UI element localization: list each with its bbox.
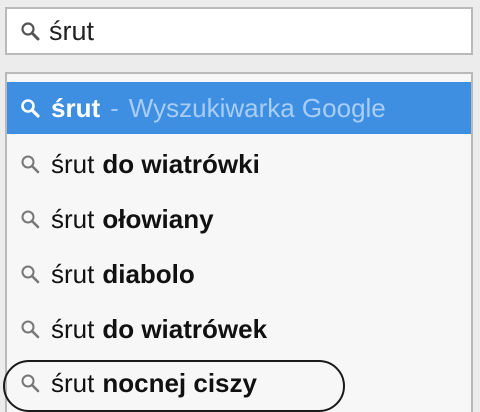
- search-icon: [19, 208, 41, 230]
- suggestion-dropdown: śrut - Wyszukiwarka Google śrut do wiatr…: [5, 72, 473, 412]
- suggestion-item[interactable]: śrut do wiatrówek: [7, 301, 471, 357]
- suggestion-item[interactable]: śrut nocnej ciszy: [7, 355, 471, 411]
- suggestion-item[interactable]: śrut diabolo: [7, 246, 471, 302]
- suggestion-query: śrut: [51, 313, 95, 344]
- search-icon: [19, 97, 41, 119]
- suggestion-query: śrut: [51, 367, 95, 398]
- suggestion-completion: do wiatrówek: [102, 313, 268, 344]
- suggestion-item[interactable]: śrut do wiatrówki: [7, 136, 471, 192]
- suggestion-completion: diabolo: [102, 258, 195, 289]
- search-engine-label: Wyszukiwarka Google: [128, 92, 386, 123]
- search-icon: [19, 20, 41, 42]
- suggestion-completion: do wiatrówki: [102, 148, 260, 179]
- suggestion-item[interactable]: śrut ołowiany: [7, 191, 471, 247]
- suggestion-completion: nocnej ciszy: [102, 367, 257, 398]
- suggestion-separator: -: [110, 92, 119, 123]
- suggestion-query: śrut: [51, 148, 95, 179]
- search-icon: [19, 318, 41, 340]
- search-input[interactable]: [49, 15, 449, 47]
- suggestion-item-google-search[interactable]: śrut - Wyszukiwarka Google: [7, 82, 471, 134]
- search-icon: [19, 153, 41, 175]
- suggestion-completion: ołowiany: [102, 203, 214, 234]
- search-icon: [19, 372, 41, 394]
- suggestion-query: śrut: [51, 92, 101, 123]
- search-icon: [19, 263, 41, 285]
- suggestion-query: śrut: [51, 203, 95, 234]
- suggestion-query: śrut: [51, 258, 95, 289]
- search-box[interactable]: [5, 7, 473, 55]
